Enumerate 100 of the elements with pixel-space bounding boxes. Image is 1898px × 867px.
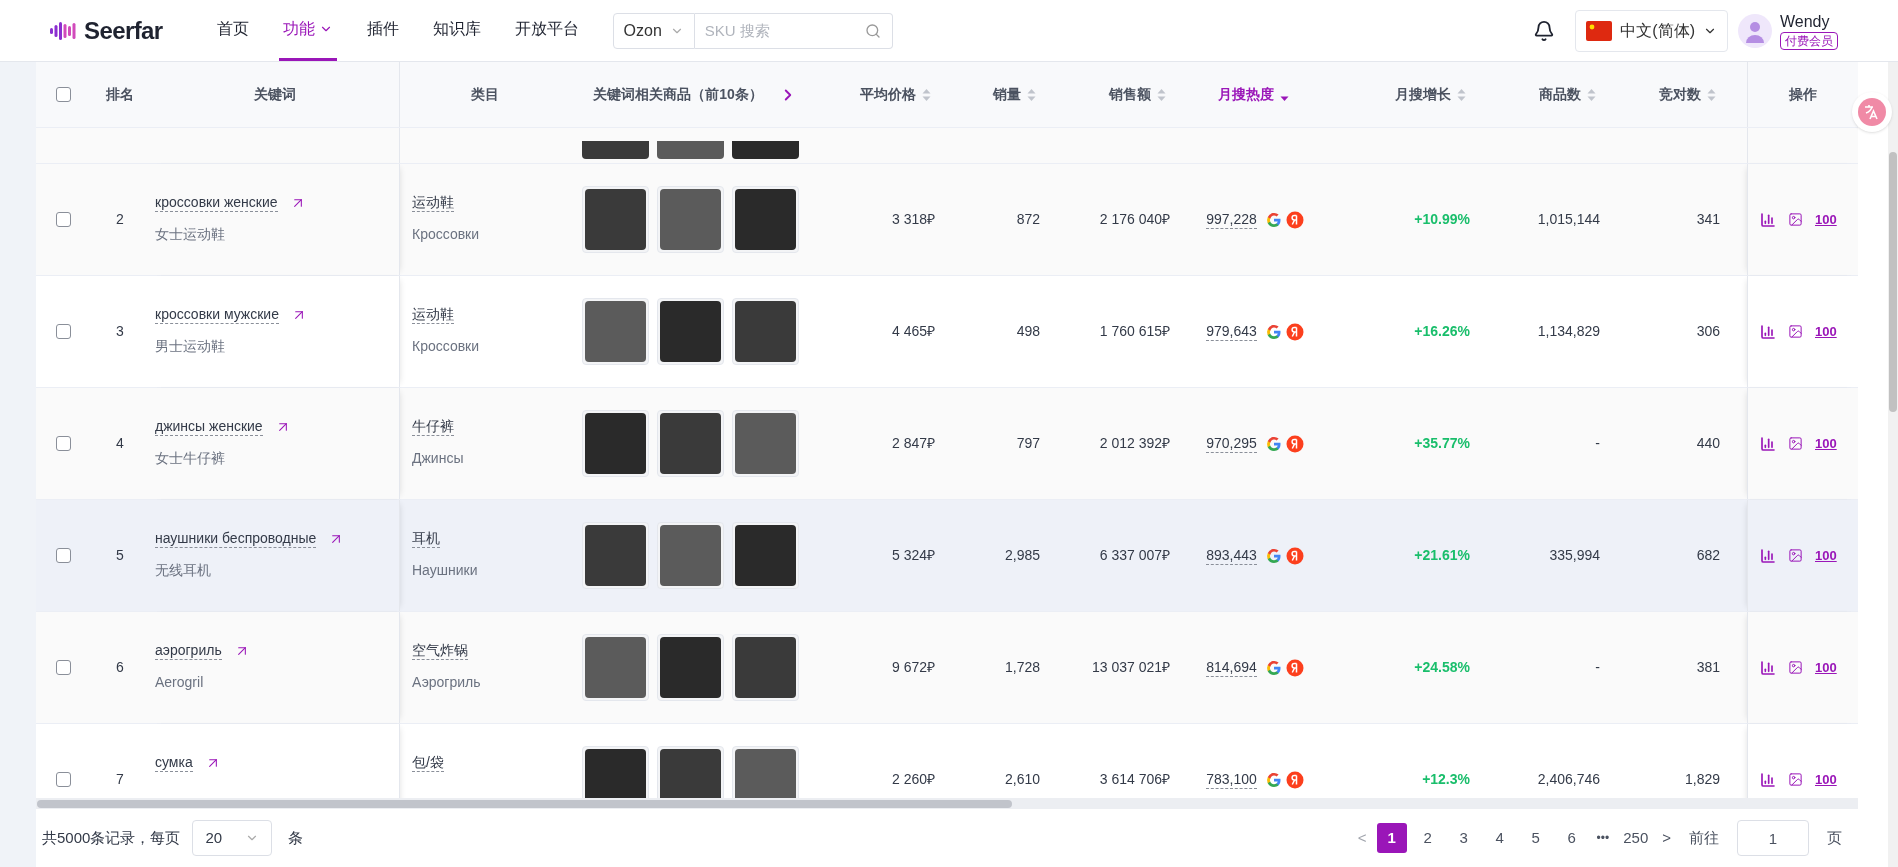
- page-button[interactable]: 5: [1520, 823, 1551, 853]
- user-avatar[interactable]: [1738, 13, 1772, 48]
- vertical-scrollbar-thumb[interactable]: [1889, 152, 1897, 412]
- sku-search-field[interactable]: SKU 搜索: [694, 12, 893, 49]
- product-count-text: -: [1595, 435, 1600, 451]
- yandex-logo-icon[interactable]: [1285, 434, 1304, 453]
- count-link[interactable]: 100: [1815, 545, 1837, 566]
- google-logo-icon[interactable]: [1264, 434, 1283, 453]
- table-row[interactable]: 5 наушники беспроводные 无线耳机 耳机 Наушники 5 324₽ 2,985 6 337 007₽ 893,443 +21.61% 335,994 682 100: [36, 500, 1858, 612]
- category-translation: Аэрогриль: [412, 673, 482, 692]
- page-button[interactable]: 3: [1448, 823, 1479, 853]
- table-row[interactable]: 4 джинсы женские 女士牛仔裤 牛仔裤 Джинсы 2 847₽ 797 2 012 392₽ 970,295 +35.77% - 440 100: [36, 388, 1858, 500]
- row-checkbox[interactable]: [55, 324, 71, 339]
- google-logo-icon[interactable]: [1264, 322, 1283, 341]
- nav-tab[interactable]: 插件: [362, 0, 403, 61]
- keyword-link[interactable]: сумка: [155, 753, 193, 772]
- goto-page-field[interactable]: 1: [1737, 820, 1809, 856]
- logo-text[interactable]: Seerfar: [84, 12, 163, 49]
- keyword-link[interactable]: аэрогриль: [155, 641, 222, 660]
- search-volume-link[interactable]: 893,443: [1206, 546, 1257, 565]
- page-button[interactable]: 2: [1412, 823, 1443, 853]
- competitor-count-text: 682: [1696, 547, 1720, 563]
- column-header[interactable]: 销量: [993, 84, 1021, 105]
- user-name: Wendy: [1780, 11, 1830, 32]
- row-checkbox[interactable]: [55, 548, 71, 563]
- image-icon[interactable]: [1788, 548, 1803, 563]
- google-logo-icon[interactable]: [1264, 658, 1283, 677]
- row-checkbox[interactable]: [55, 212, 71, 227]
- table-row[interactable]: 2 кроссовки женские 女士运动鞋 运动鞋 Кроссовки 3 318₽ 872 2 176 040₽ 997,228 +10.99% 1,015,144 341 100: [36, 164, 1858, 276]
- column-header[interactable]: 月搜热度: [1217, 84, 1274, 105]
- yandex-logo-icon[interactable]: [1285, 770, 1304, 789]
- image-icon[interactable]: [1788, 324, 1803, 339]
- keyword-link[interactable]: кроссовки мужские: [155, 305, 279, 324]
- count-link[interactable]: 100: [1815, 433, 1837, 454]
- column-header[interactable]: 平均价格: [860, 84, 916, 105]
- china-flag-icon: [1586, 20, 1613, 41]
- row-checkbox[interactable]: [55, 87, 71, 102]
- search-icon[interactable]: [864, 22, 881, 39]
- table-row[interactable]: 6 аэрогриль Aerogril 空气炸锅 Аэрогриль 9 672₽ 1,728 13 037 021₽ 814,694 +24.58% - 381 100: [36, 612, 1858, 724]
- category-link[interactable]: 包/袋: [412, 753, 444, 772]
- keyword-link[interactable]: наушники беспроводные: [155, 529, 317, 548]
- page-button[interactable]: 4: [1484, 823, 1515, 853]
- price-text: 2 847₽: [891, 435, 935, 451]
- page-button[interactable]: 6: [1556, 823, 1587, 853]
- keyword-link[interactable]: джинсы женские: [155, 417, 263, 436]
- horizontal-scrollbar-thumb[interactable]: [37, 799, 1012, 808]
- column-header[interactable]: 月搜增长: [1395, 84, 1451, 105]
- category-link[interactable]: 牛仔裤: [412, 417, 454, 436]
- keyword-link[interactable]: кроссовки женские: [155, 193, 278, 212]
- bar-chart-icon[interactable]: [1760, 435, 1776, 452]
- search-volume-link[interactable]: 979,643: [1206, 322, 1257, 341]
- bar-chart-icon[interactable]: [1760, 211, 1776, 228]
- column-header[interactable]: 商品数: [1539, 84, 1581, 105]
- yandex-logo-icon[interactable]: [1285, 210, 1304, 229]
- language-select[interactable]: 中文(简体): [1575, 9, 1728, 52]
- search-volume-link[interactable]: 970,295: [1206, 434, 1257, 453]
- column-header[interactable]: 销售额: [1109, 84, 1151, 105]
- row-checkbox[interactable]: [55, 772, 71, 787]
- search-volume-link[interactable]: 814,694: [1206, 658, 1257, 677]
- bar-chart-icon[interactable]: [1760, 547, 1776, 564]
- nav-tab[interactable]: 开放平台: [510, 0, 583, 61]
- category-link[interactable]: 空气炸锅: [412, 641, 468, 660]
- bar-chart-icon[interactable]: [1760, 659, 1776, 676]
- image-icon[interactable]: [1788, 212, 1803, 227]
- count-link[interactable]: 100: [1815, 209, 1837, 230]
- revenue-text: 3 614 706₽: [1099, 771, 1170, 787]
- page-size-select[interactable]: 20: [192, 820, 273, 856]
- search-volume-link[interactable]: 783,100: [1206, 770, 1257, 789]
- yandex-logo-icon[interactable]: [1285, 322, 1304, 341]
- bar-chart-icon[interactable]: [1760, 323, 1776, 340]
- page-button[interactable]: 250: [1619, 826, 1653, 850]
- image-icon[interactable]: [1788, 772, 1803, 787]
- column-header: 操作: [1789, 85, 1817, 104]
- row-checkbox[interactable]: [55, 436, 71, 451]
- nav-tab[interactable]: 首页: [212, 0, 253, 61]
- google-logo-icon[interactable]: [1264, 770, 1283, 789]
- search-volume-link[interactable]: 997,228: [1206, 210, 1257, 229]
- yandex-logo-icon[interactable]: [1285, 546, 1304, 565]
- image-icon[interactable]: [1788, 660, 1803, 675]
- page-button[interactable]: 1: [1376, 823, 1407, 853]
- platform-select[interactable]: Ozon: [612, 12, 695, 49]
- google-logo-icon[interactable]: [1264, 546, 1283, 565]
- google-logo-icon[interactable]: [1264, 210, 1283, 229]
- row-checkbox[interactable]: [55, 660, 71, 675]
- count-link[interactable]: 100: [1815, 321, 1837, 342]
- count-link[interactable]: 100: [1815, 657, 1837, 678]
- category-link[interactable]: 运动鞋: [412, 305, 454, 324]
- category-link[interactable]: 运动鞋: [412, 193, 454, 212]
- next-page-button[interactable]: >: [1658, 826, 1675, 850]
- nav-tab[interactable]: 知识库: [428, 0, 485, 61]
- bar-chart-icon[interactable]: [1760, 771, 1776, 788]
- count-link[interactable]: 100: [1815, 769, 1837, 790]
- image-icon[interactable]: [1788, 436, 1803, 451]
- column-header[interactable]: 竞对数: [1659, 84, 1701, 105]
- goto-unit: 页: [1827, 827, 1842, 848]
- sales-text: 1,728: [1004, 659, 1040, 675]
- yandex-logo-icon[interactable]: [1285, 658, 1304, 677]
- table-row[interactable]: 3 кроссовки мужские 男士运动鞋 运动鞋 Кроссовки 4 465₽ 498 1 760 615₽ 979,643 +16.26% 1,134,829 306 100: [36, 276, 1858, 388]
- category-link[interactable]: 耳机: [412, 529, 440, 548]
- notification-bell-icon[interactable]: [1533, 19, 1556, 42]
